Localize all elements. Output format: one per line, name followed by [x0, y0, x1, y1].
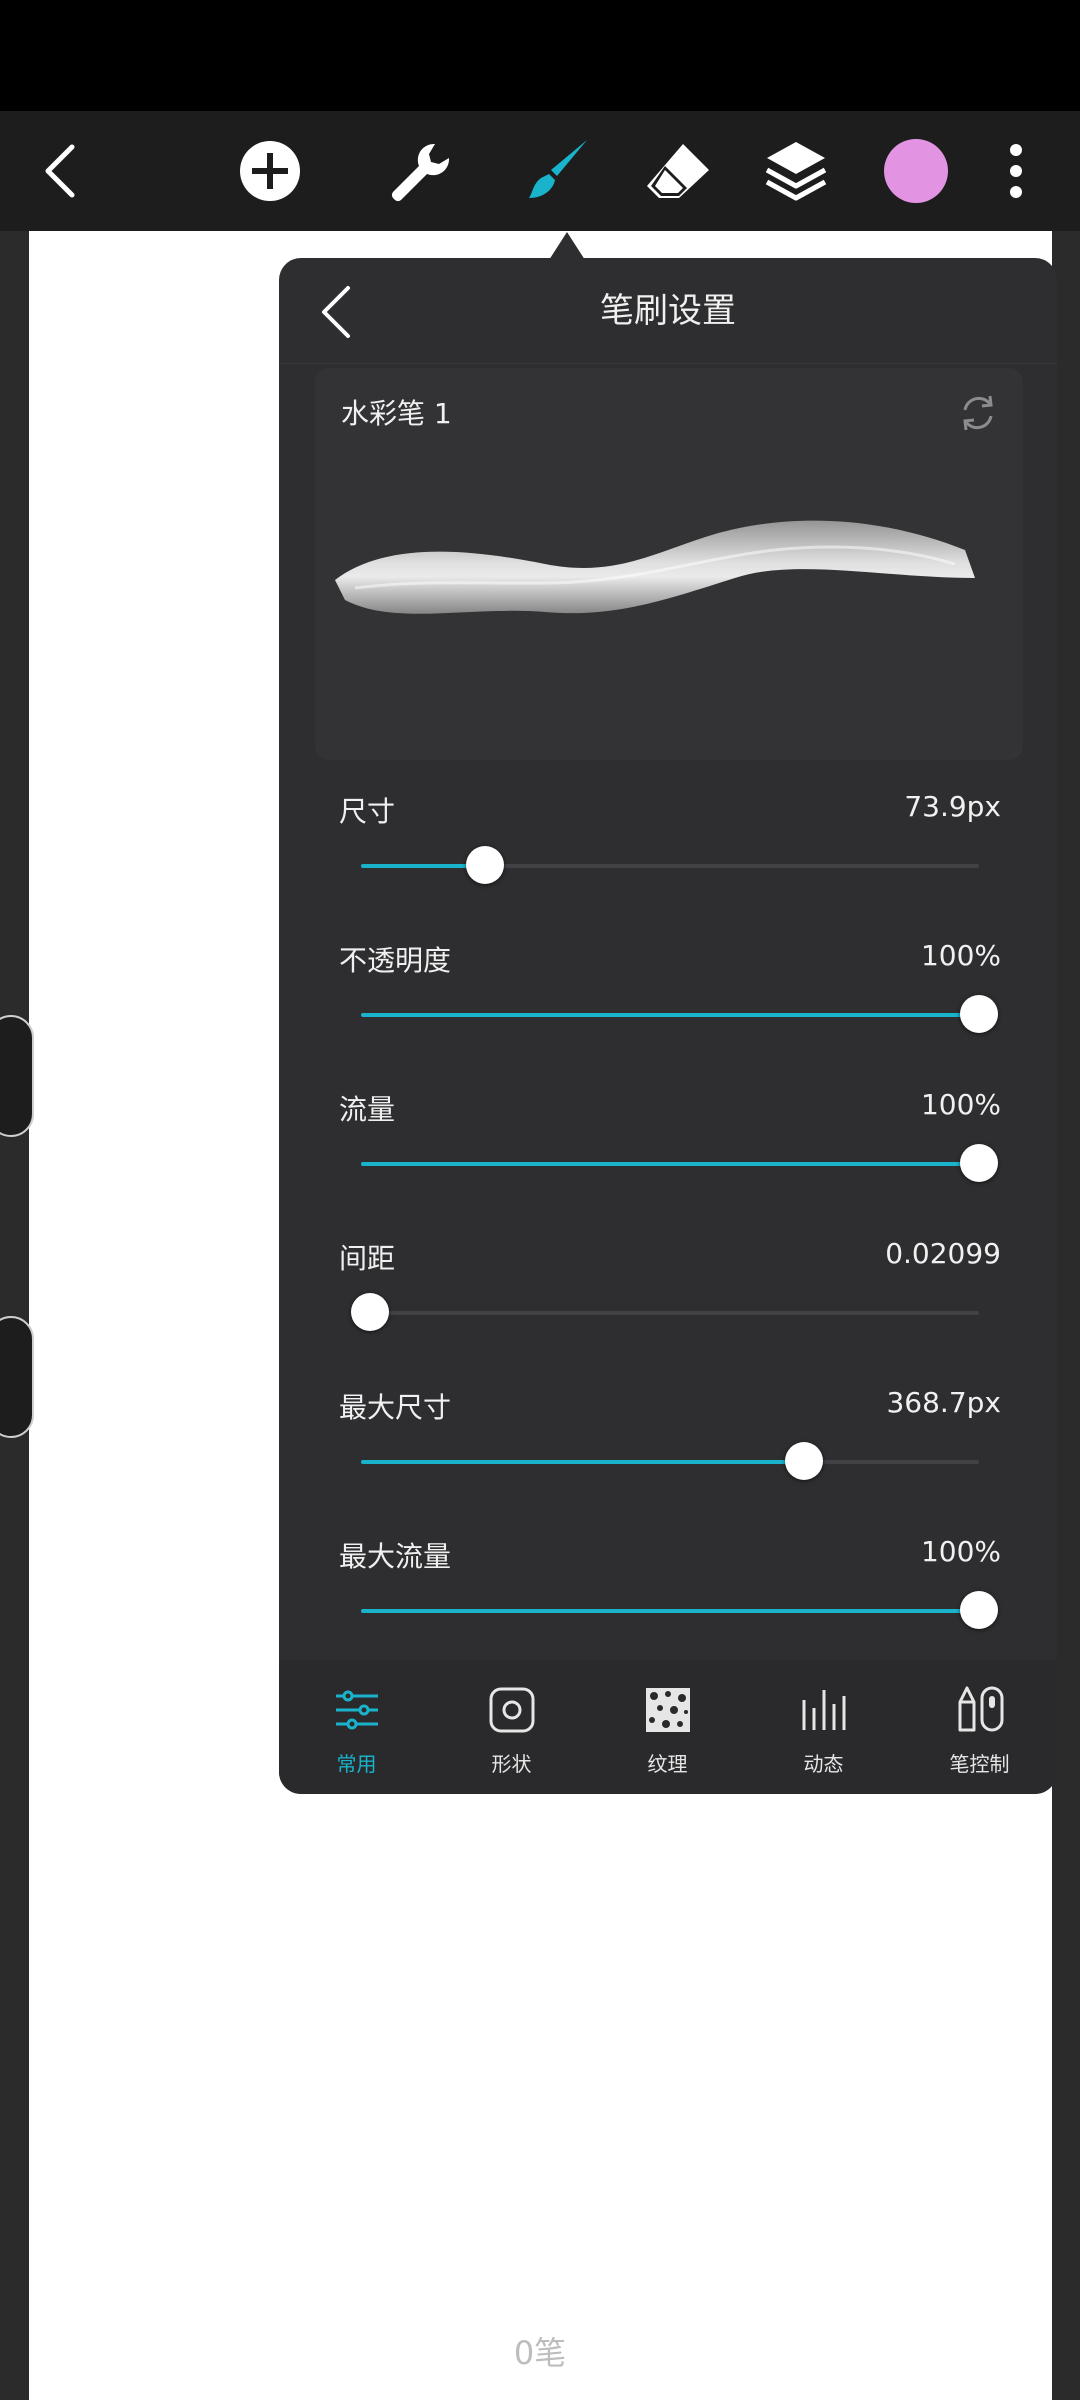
slider-fill [361, 1162, 979, 1166]
slider-opacity: 不透明度 100% [279, 939, 1057, 1089]
slider-label: 流量 [339, 1093, 396, 1126]
slider-thumb[interactable] [960, 995, 998, 1033]
texture-icon [645, 1688, 690, 1732]
slider-spacing: 间距 0.02099 [279, 1237, 1057, 1387]
slider-track[interactable] [351, 1293, 979, 1331]
tab-label: 形状 [491, 1752, 532, 1776]
slider-label: 间距 [339, 1242, 396, 1275]
tab-icon-wrap [590, 1684, 745, 1736]
refresh-icon [963, 395, 993, 431]
tab-label: 纹理 [647, 1752, 688, 1776]
slider-thumb[interactable] [351, 1293, 390, 1331]
eraser-icon [647, 144, 709, 198]
slider-thumb[interactable] [960, 1144, 998, 1182]
slider-flow: 流量 100% [279, 1088, 1057, 1238]
layers-icon [765, 142, 827, 201]
slider-label: 最大尺寸 [339, 1391, 452, 1424]
slider-track[interactable] [361, 1144, 998, 1182]
tab-icon-wrap [434, 1684, 589, 1736]
tab-label: 动态 [803, 1752, 844, 1776]
slider-label: 尺寸 [339, 795, 396, 828]
color-swatch [884, 139, 948, 203]
top-toolbar [0, 111, 1080, 231]
slider-fill [361, 1013, 979, 1017]
reset-button[interactable] [953, 388, 1003, 438]
panel-tab-bar: 常用 形状 纹理 动态 笔控制 [279, 1660, 1057, 1794]
dynamics-icon [802, 1690, 845, 1730]
brush-settings-panel: 笔刷设置 水彩笔 1 尺寸 73.9px 不透明度 100% 流量 100% 间… [279, 258, 1057, 1794]
brush-icon [529, 140, 587, 198]
panel-title: 笔刷设置 [600, 291, 736, 331]
side-handle-top[interactable] [0, 1015, 34, 1137]
slider-value: 100% [920, 939, 1001, 972]
panel-header: 笔刷设置 [279, 258, 1057, 364]
wrench-button[interactable] [378, 111, 462, 231]
tab-dynamics[interactable]: 动态 [746, 1660, 901, 1794]
slider-thumb[interactable] [960, 1591, 998, 1629]
stroke-count: 0笔 [513, 2334, 567, 2372]
slider-track[interactable] [361, 1591, 998, 1629]
slider-max-size: 最大尺寸 368.7px [279, 1386, 1057, 1536]
slider-label: 不透明度 [339, 944, 452, 977]
tab-label: 笔控制 [949, 1752, 1010, 1776]
slider-thumb[interactable] [465, 846, 504, 884]
status-bar [0, 0, 1080, 111]
wrench-icon [392, 143, 450, 201]
slider-value: 368.7px [886, 1386, 1001, 1419]
slider-size: 尺寸 73.9px [279, 790, 1057, 940]
pen-control-icon [958, 1686, 1003, 1732]
slider-track[interactable] [361, 846, 979, 884]
slider-fill [361, 1460, 805, 1464]
slider-value: 73.9px [904, 790, 1001, 823]
side-handle-bottom[interactable] [0, 1316, 34, 1438]
panel-pointer [549, 232, 585, 260]
layers-button[interactable] [754, 111, 838, 231]
tab-pen-control[interactable]: 笔控制 [902, 1660, 1057, 1794]
add-button[interactable] [230, 111, 310, 231]
back-icon [45, 144, 75, 198]
back-button[interactable] [30, 111, 90, 231]
eraser-button[interactable] [636, 111, 720, 231]
slider-label: 最大流量 [339, 1540, 452, 1573]
slider-track[interactable] [361, 1442, 979, 1480]
slider-value: 100% [920, 1088, 1001, 1121]
brush-name: 水彩笔 1 [341, 397, 452, 430]
tab-icon-wrap [279, 1684, 434, 1736]
tab-shape[interactable]: 形状 [434, 1660, 589, 1794]
tab-label: 常用 [336, 1752, 377, 1776]
shape-icon [489, 1687, 534, 1733]
tab-icon-wrap [746, 1684, 901, 1736]
tab-common[interactable]: 常用 [279, 1660, 434, 1794]
brush-button[interactable] [516, 111, 600, 231]
more-icon [1010, 144, 1022, 198]
slider-track[interactable] [361, 995, 998, 1033]
slider-thumb[interactable] [785, 1442, 824, 1480]
tab-icon-wrap [902, 1684, 1057, 1736]
add-icon [240, 141, 300, 201]
tab-texture[interactable]: 纹理 [590, 1660, 745, 1794]
color-button[interactable] [880, 111, 952, 231]
brush-stroke-preview [335, 520, 975, 614]
brush-preview: 水彩笔 1 [315, 368, 1023, 760]
more-button[interactable] [996, 111, 1036, 231]
sliders-icon [335, 1690, 378, 1730]
slider-fill [361, 1609, 979, 1613]
slider-value: 100% [920, 1535, 1001, 1568]
slider-value: 0.02099 [885, 1237, 1001, 1270]
